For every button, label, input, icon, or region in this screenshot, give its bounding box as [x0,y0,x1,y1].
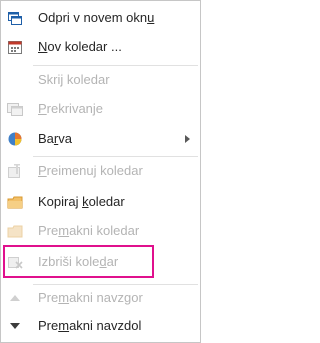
menu-item-rename-calendar[interactable]: Preimenuj koledar [1,159,200,183]
color-icon [7,131,23,147]
menu-item-label: Barva [38,131,72,146]
highlight-box [3,245,154,278]
menu-item-label: Skrij koledar [38,72,110,87]
menu-item-label: Premakni koledar [38,223,140,238]
menu-item-label: Odpri v novem oknu [38,10,155,25]
move-calendar-icon [7,223,23,239]
move-down-icon [7,318,23,334]
move-up-icon [7,290,23,306]
submenu-arrow-icon [185,135,190,143]
menu-item-open-in-new-window[interactable]: Odpri v novem oknu [1,6,200,30]
rename-calendar-icon [7,163,23,179]
new-calendar-icon [7,39,23,55]
menu-item-overlay[interactable]: Prekrivanje [1,97,200,121]
menu-item-copy-calendar[interactable]: Kopiraj koledar [1,190,200,214]
menu-item-label: Preimenuj koledar [38,163,143,178]
menu-separator [33,284,198,285]
menu-item-move-down[interactable]: Premakni navzdol [1,314,200,338]
menu-item-label: Premakni navzdol [38,318,142,333]
menu-item-hide-calendar[interactable]: Skrij koledar [1,68,200,92]
menu-item-move-calendar[interactable]: Premakni koledar [1,219,200,243]
menu-separator [33,156,198,157]
menu-item-label: Prekrivanje [38,101,104,116]
menu-item-color[interactable]: Barva [1,127,200,151]
calendar-context-menu: Odpri v novem oknu Nov koledar ... Skrij… [0,0,201,343]
menu-item-move-up[interactable]: Premakni navzgor [1,286,200,310]
menu-item-label: Premakni navzgor [38,290,143,305]
overlay-icon [7,101,23,117]
menu-separator [33,65,198,66]
copy-calendar-icon [7,194,23,210]
open-window-icon [7,10,23,26]
menu-item-label: Nov koledar ... [38,39,122,54]
menu-item-label: Kopiraj koledar [38,194,125,209]
menu-item-new-calendar[interactable]: Nov koledar ... [1,35,200,59]
